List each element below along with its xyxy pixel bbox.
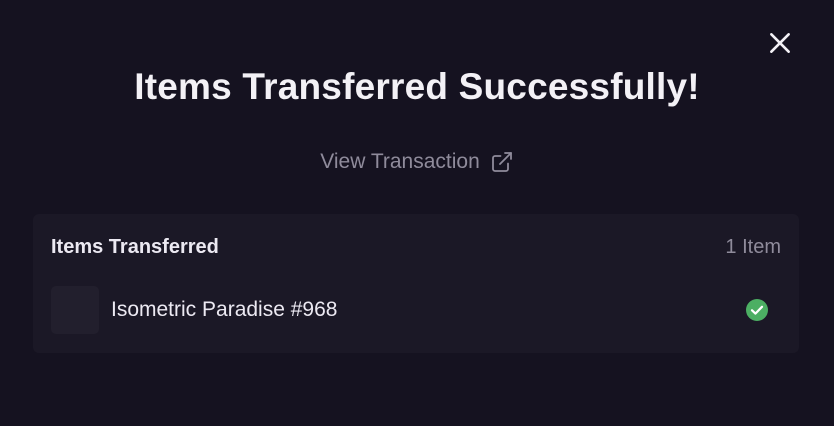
close-icon <box>770 33 790 53</box>
external-link-icon <box>491 152 512 172</box>
card-header: Items Transferred 1 Item <box>51 236 781 259</box>
items-transferred-card: Items Transferred 1 Item Isometric Parad… <box>33 214 799 353</box>
view-transaction-label: View Transaction <box>320 150 480 173</box>
transfer-success-modal: Items Transferred Successfully! View Tra… <box>0 0 834 426</box>
list-item: Isometric Paradise #968 <box>51 286 781 334</box>
item-count: 1 Item <box>725 236 781 258</box>
card-title: Items Transferred <box>51 236 219 258</box>
item-name: Isometric Paradise #968 <box>111 298 338 321</box>
check-circle-icon <box>746 299 768 321</box>
close-button[interactable] <box>765 28 795 58</box>
modal-title: Items Transferred Successfully! <box>134 66 700 107</box>
view-transaction-link[interactable]: View Transaction <box>0 150 834 174</box>
item-thumbnail <box>51 286 99 334</box>
